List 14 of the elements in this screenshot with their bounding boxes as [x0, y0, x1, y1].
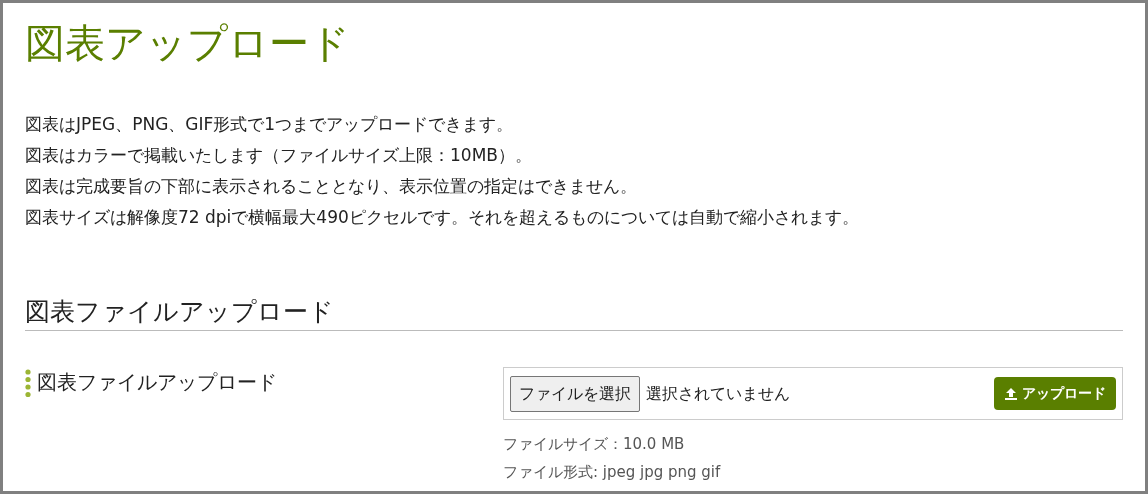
- file-status: 選択されていません: [646, 382, 791, 405]
- hint-text: ファイルサイズ：10.0 MB: [503, 434, 686, 455]
- page-title: 図表アップロード: [25, 19, 351, 68]
- upload-icon: [1004, 386, 1018, 401]
- dots-icon: [25, 369, 31, 399]
- info-text: 図表は完成要旨の下部に表示されることとなり、表示位置の指定はできません。: [25, 175, 638, 198]
- field-label: 図表ファイルアップロード: [37, 369, 277, 396]
- section-heading: 図表ファイルアップロード: [25, 295, 1123, 331]
- hint-text: ファイル形式: jpeg jpg png gif: [503, 462, 722, 483]
- info-text: 図表サイズは解像度72 dpiで横幅最大490ピクセルです。それを超えるものについては自動で縮小されます。: [25, 206, 860, 229]
- info-text: 図表はJPEG、PNG、GIF形式で1つまでアップロードできます。: [25, 113, 515, 136]
- choose-file-button[interactable]: ファイルを選択: [510, 375, 640, 412]
- info-text: 図表はカラーで掲載いたします（ファイルサイズ上限：10MB）。: [25, 144, 533, 167]
- upload-button[interactable]: アップロード: [994, 377, 1116, 410]
